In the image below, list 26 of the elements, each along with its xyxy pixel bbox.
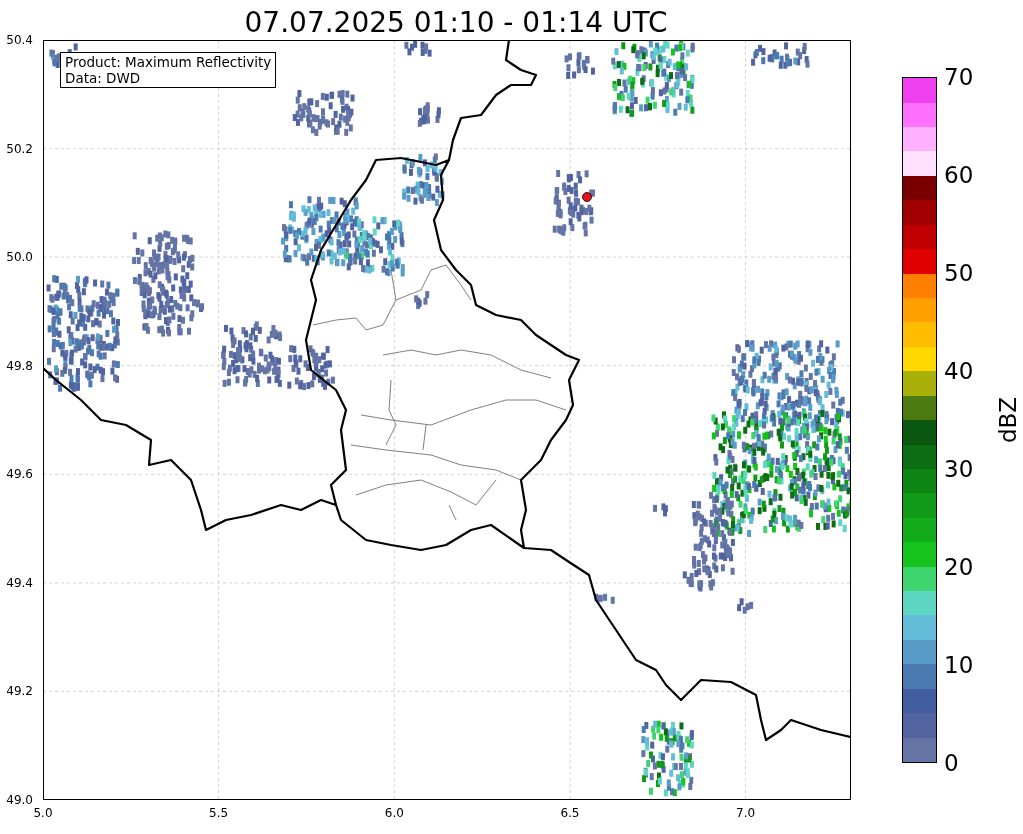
latitude-tick-label: 50.2 [6, 141, 33, 156]
location-marker [582, 192, 592, 202]
colorbar-tick-label: 0 [944, 750, 959, 776]
colorbar-tick-label: 30 [944, 456, 974, 482]
latitude-tick-label: 49.0 [6, 793, 33, 807]
colorbar-label: dBZ [995, 396, 1021, 444]
info-text: Data: DWD [65, 70, 142, 86]
colorbar-tick-label: 50 [944, 260, 974, 286]
colorbar-tick-label: 40 [944, 358, 974, 384]
longitude-tick-label: 7.0 [735, 806, 757, 820]
longitude-tick-label: 5.5 [208, 806, 230, 820]
latitude-tick-label: 50.0 [6, 250, 33, 265]
info-text: Product: Maximum Reflectivity [65, 54, 272, 70]
colorbar-tick-label: 70 [944, 64, 974, 90]
latitude-tick-label: 50.4 [6, 33, 33, 47]
chart-title: 07.07.2025 01:10 - 01:14 UTC [244, 6, 668, 40]
longitude-tick-label: 6.0 [383, 806, 405, 820]
colorbar-tick-label: 60 [944, 162, 974, 188]
latitude-tick-label: 49.2 [6, 684, 33, 699]
colorbar-tick-label: 20 [944, 554, 974, 580]
latitude-tick-label: 49.4 [6, 575, 33, 590]
latitude-tick-label: 49.6 [6, 467, 33, 482]
colorbar-tick-label: 10 [944, 652, 974, 678]
longitude-tick-label: 6.5 [559, 806, 581, 820]
latitude-tick-label: 49.8 [6, 358, 33, 373]
longitude-tick-label: 5.0 [32, 806, 54, 820]
